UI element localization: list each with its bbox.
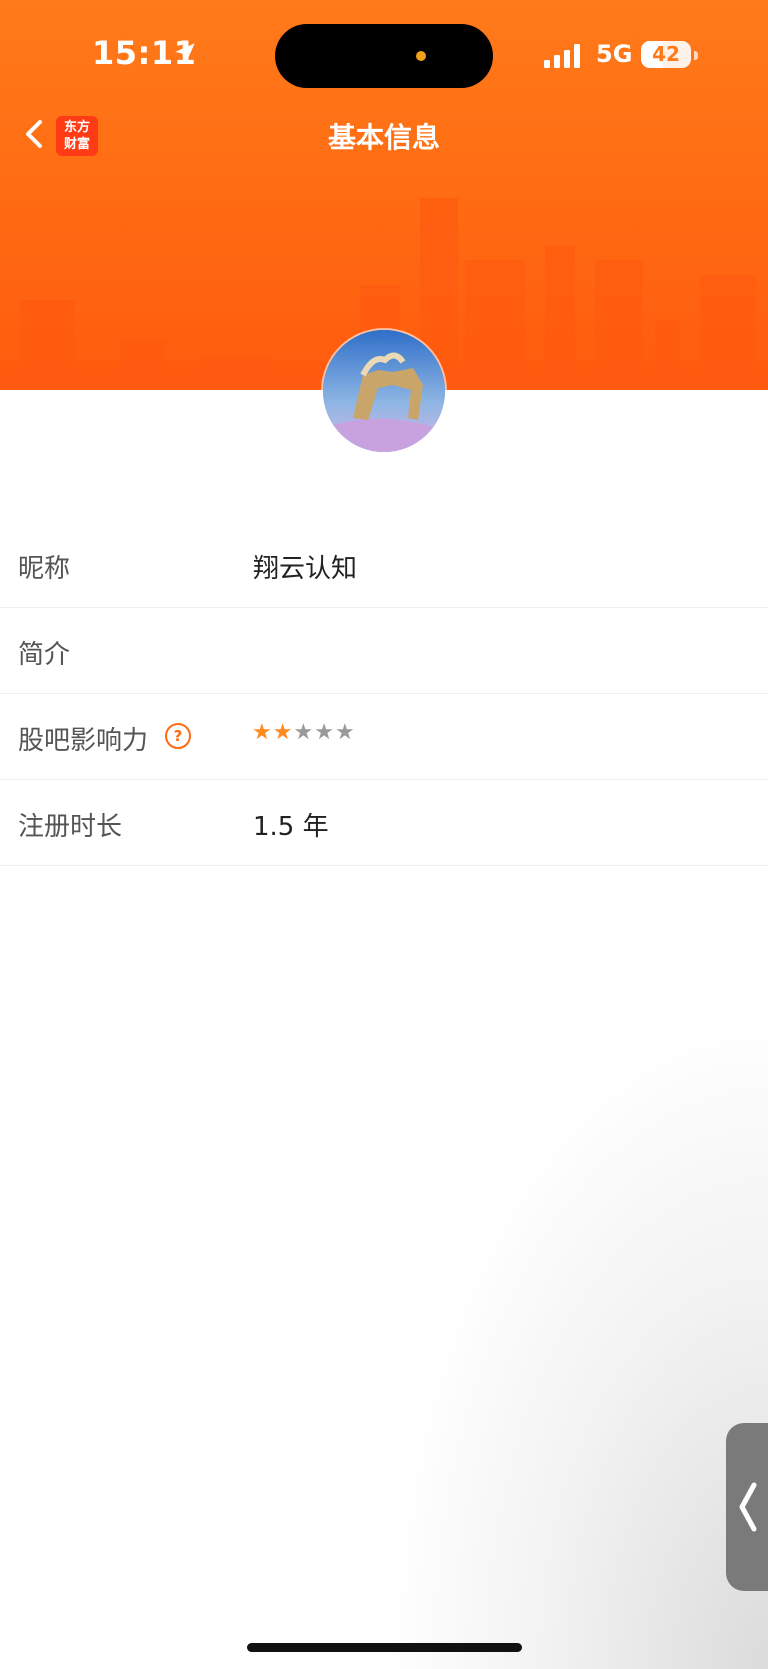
location-arrow-icon xyxy=(175,43,195,63)
profile-info-list: 昵称 翔云认知 简介 股吧影响力 ? ★★★★★ 注册时长 1.5 年 xyxy=(0,522,768,866)
home-indicator[interactable] xyxy=(247,1643,522,1652)
row-nickname[interactable]: 昵称 翔云认知 xyxy=(0,522,768,608)
row-registration: 注册时长 1.5 年 xyxy=(0,780,768,866)
star-filled-icon: ★ xyxy=(252,720,273,745)
row-bio[interactable]: 简介 xyxy=(0,608,768,694)
background-shadow xyxy=(380,1000,768,1669)
floating-side-tab[interactable] xyxy=(726,1423,768,1591)
registration-duration-value: 1.5 年 xyxy=(253,812,329,842)
row-label: 股吧影响力 xyxy=(18,726,149,756)
network-type: 5G xyxy=(596,40,633,68)
row-influence: 股吧影响力 ? ★★★★★ xyxy=(0,694,768,780)
row-label: 注册时长 xyxy=(18,812,123,842)
help-icon[interactable]: ? xyxy=(165,723,191,749)
influence-rating: ★★★★★ xyxy=(252,720,356,745)
status-bar: 15:11 5G 42 xyxy=(0,0,768,110)
star-filled-icon: ★ xyxy=(272,720,294,745)
row-label: 简介 xyxy=(18,640,71,670)
star-empty-icon: ★ xyxy=(334,720,356,745)
chevron-left-icon xyxy=(739,1482,757,1532)
battery-level: 42 xyxy=(652,42,680,66)
battery-icon: 42 xyxy=(641,41,698,68)
avatar[interactable] xyxy=(323,330,445,452)
signal-icon xyxy=(544,44,580,68)
dynamic-island xyxy=(275,24,493,88)
privacy-indicator-dot xyxy=(416,51,426,61)
star-empty-icon: ★ xyxy=(293,720,315,745)
avatar-image xyxy=(323,330,445,452)
nickname-value: 翔云认知 xyxy=(253,554,358,584)
star-empty-icon: ★ xyxy=(314,720,335,745)
page-title: 基本信息 xyxy=(327,121,440,154)
row-label: 昵称 xyxy=(18,554,71,584)
